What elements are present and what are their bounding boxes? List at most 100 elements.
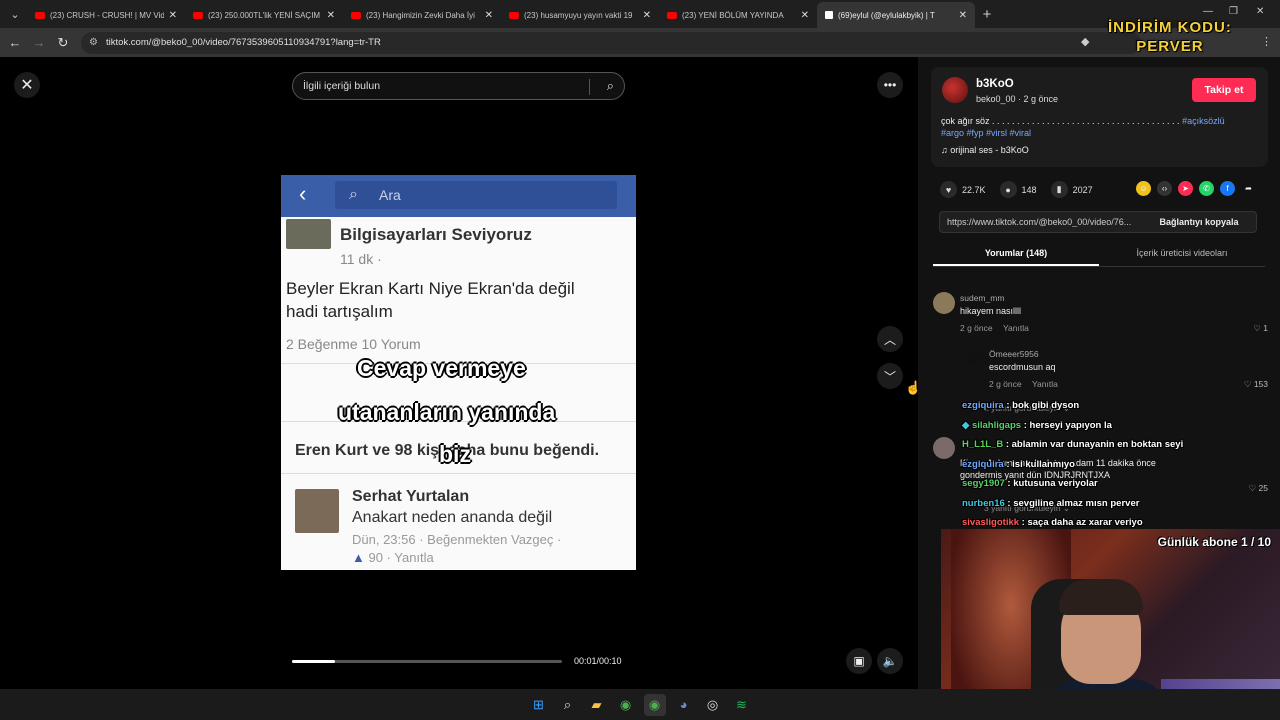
follow-button[interactable]: Takip et <box>1192 78 1256 102</box>
fb-page-avatar <box>286 219 331 249</box>
video-timecode: 00:01/00:10 <box>574 656 622 666</box>
close-tab-icon[interactable]: ✕ <box>169 10 177 21</box>
like-button[interactable]: ♥ 22.7K <box>940 181 986 198</box>
chat-user: silahligaps <box>971 419 1022 431</box>
fb-back-icon: ‹ <box>299 181 307 206</box>
related-search-input[interactable]: İlgili içeriği bulun ⌕ <box>292 72 625 100</box>
youtube-icon <box>351 11 361 19</box>
browser-tab[interactable]: (23) 250.000TL'lik YENİ SAÇIM ✕ <box>185 2 343 28</box>
next-video-icon[interactable]: ﹀ <box>877 363 903 389</box>
reply-link[interactable]: Yanıtla <box>1003 323 1029 333</box>
new-tab-button[interactable]: + <box>975 6 999 23</box>
chat-user: ezgiquira <box>962 400 1004 411</box>
sound-link[interactable]: ♫ orijinal ses - b3KoO <box>941 145 1029 155</box>
comment-user[interactable]: Ömeeer5956 <box>989 349 1039 359</box>
fb-comment-text: Anakart neden ananda değil <box>352 509 553 526</box>
fb-commenter-name: Serhat Yurtalan <box>352 488 470 505</box>
comment-like-count[interactable]: ♡ 25 <box>1249 483 1268 494</box>
comment-like-count[interactable]: ♡ 1 <box>1253 323 1268 334</box>
avatar[interactable] <box>942 77 968 103</box>
browser-tab-bar: ⌄ (23) CRUSH - CRUSH! | MV Vid ✕ (23) 250… <box>0 0 1280 28</box>
author-card: b3KoO beko0_00 · 2 g önce Takip et çok a… <box>931 67 1268 167</box>
video-progress-bar[interactable] <box>292 660 562 663</box>
start-icon[interactable]: ⊞ <box>528 694 550 716</box>
obs-icon[interactable]: ◎ <box>702 694 724 716</box>
chrome-icon[interactable]: ◉ <box>615 694 637 716</box>
file-explorer-icon[interactable]: ▰ <box>586 694 608 716</box>
extension-icon[interactable]: ◆ <box>1081 35 1089 48</box>
mouse-cursor-icon: ☝ <box>905 380 922 395</box>
chat-message: nurben16 : sevgiline almaz mısn perver <box>962 497 1140 509</box>
comment-like-count[interactable]: ♡ 153 <box>1244 379 1268 390</box>
browser-tab[interactable]: (23) YENİ BÖLÜM YAYINDA ✕ <box>659 2 817 28</box>
comment-text: escordmusun aq <box>989 362 1056 372</box>
maximize-icon[interactable]: ❐ <box>1229 6 1238 17</box>
comment-user[interactable]: sudem_mm <box>960 293 1004 303</box>
window-close-icon[interactable]: ✕ <box>1256 6 1264 17</box>
browser-tab[interactable]: (23) Hangimizin Zevki Daha İyi ✕ <box>343 2 501 28</box>
previous-video-icon[interactable]: ︿ <box>877 326 903 352</box>
browser-tab[interactable]: (23) CRUSH - CRUSH! | MV Vid ✕ <box>27 2 185 28</box>
copy-link-button[interactable]: Bağlantıyı kopyala <box>1142 217 1256 227</box>
spotify-icon[interactable]: ≋ <box>731 694 753 716</box>
close-tab-icon[interactable]: ✕ <box>327 10 335 21</box>
close-tab-icon[interactable]: ✕ <box>801 10 809 21</box>
search-icon[interactable]: ⌕ <box>557 694 579 716</box>
hashtag-link[interactable]: #açıksözlü <box>1182 116 1225 126</box>
back-icon[interactable]: ← <box>3 35 27 50</box>
search-icon[interactable]: ⌕ <box>607 78 614 94</box>
chat-message: H_L1L_B : ablamin var dunayanin en bokta… <box>962 439 1184 450</box>
whatsapp-icon[interactable]: ✆ <box>1199 181 1214 196</box>
reply-item: Ömeeer5956 escordmusun aq 2 g önce Yanıt… <box>967 348 1268 393</box>
author-name[interactable]: b3KoO <box>976 78 1014 90</box>
chat-user: H_L1L_B <box>962 439 1004 450</box>
hashtag-link[interactable]: #argo #fyp #virsl #viral <box>941 128 1031 138</box>
volume-icon[interactable]: 🔈 <box>877 648 903 674</box>
avatar[interactable] <box>933 292 955 314</box>
fb-post-stats: 2 Beğenme 10 Yorum <box>286 336 421 352</box>
comment-button[interactable]: ● 148 <box>999 181 1037 198</box>
tab-search-chevron-icon[interactable]: ⌄ <box>3 2 27 26</box>
minimize-icon[interactable]: — <box>1203 6 1213 17</box>
browser-tab[interactable]: (23) husamyuyu yayın vakti 19 ✕ <box>501 2 659 28</box>
facebook-icon[interactable]: f <box>1220 181 1235 196</box>
embed-icon[interactable]: ‹› <box>1157 181 1172 196</box>
copy-link-box: https://www.tiktok.com/@beko0_00/video/7… <box>939 211 1257 233</box>
save-button[interactable]: ▮ 2027 <box>1050 181 1093 198</box>
tab-comments[interactable]: Yorumlar (148) <box>933 242 1099 266</box>
avatar[interactable] <box>967 349 983 365</box>
chat-message: ezgiquira : isi kullanmıyo <box>962 458 1075 470</box>
music-note-icon: ♫ <box>941 145 951 155</box>
video-player[interactable]: İlgili içeriği bulun ⌕ ‹ ⌕ Ara Bilgisayar… <box>281 57 636 689</box>
reply-link[interactable]: Yanıtla <box>1032 379 1058 389</box>
close-tab-icon[interactable]: ✕ <box>485 10 493 21</box>
send-icon[interactable]: ➤ <box>1178 181 1193 196</box>
engagement-stats: ♥ 22.7K ● 148 ▮ 2027 <box>940 181 1107 198</box>
tab-creator-videos[interactable]: İçerik üreticisi videoları <box>1099 242 1265 266</box>
more-options-icon[interactable]: ••• <box>877 72 903 98</box>
video-caption: biz <box>439 441 471 467</box>
close-tab-icon[interactable]: ✕ <box>959 10 967 21</box>
fb-page-name: Bilgisayarları Seviyoruz <box>340 225 532 244</box>
fb-search-icon: ⌕ <box>349 186 358 203</box>
site-info-icon[interactable]: ⚙ <box>89 37 98 48</box>
avatar[interactable] <box>933 437 955 459</box>
chat-badge-icon: ◆ <box>962 419 972 431</box>
discord-icon[interactable]: ◕ <box>673 694 695 716</box>
reload-icon[interactable]: ↻ <box>51 35 75 51</box>
friends-share-icon[interactable]: ☺ <box>1136 181 1151 196</box>
promo-code-overlay: İNDİRİM KODU: PERVER <box>1108 19 1232 55</box>
url-field[interactable]: ⚙ tiktok.com/@beko0_00/video/767353960511… <box>81 31 1141 54</box>
share-arrow-icon[interactable]: ➦ <box>1241 181 1256 196</box>
video-link-text[interactable]: https://www.tiktok.com/@beko0_00/video/7… <box>940 217 1142 227</box>
browser-tab-active[interactable]: (69)eylul (@eylulakbyik) | T ✕ <box>817 2 975 28</box>
chrome-icon[interactable]: ◉ <box>643 693 666 716</box>
close-video-button[interactable]: ✕ <box>14 72 40 98</box>
forward-icon[interactable]: → <box>27 35 51 50</box>
video-caption: utananların yanında <box>338 399 556 425</box>
close-tab-icon[interactable]: ✕ <box>643 10 651 21</box>
pip-icon[interactable]: ▣ <box>846 648 872 674</box>
chat-user: ezgiquira <box>962 458 1004 470</box>
fb-comment-likes: ▲ 90 · Yanıtla <box>352 550 434 565</box>
browser-menu-icon[interactable]: ⋮ <box>1261 35 1272 48</box>
